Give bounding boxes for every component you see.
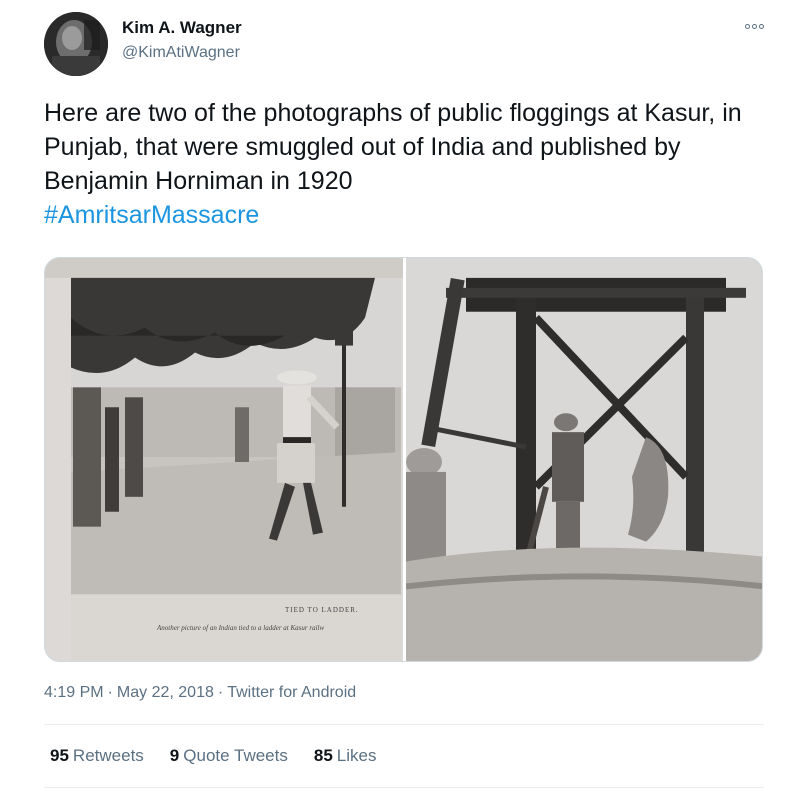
tweet-text: Here are two of the photographs of publi… [44,96,764,232]
likes-count: 85 [313,746,333,765]
tweet-card: Kim A. Wagner @KimAtiWagner Here are two… [0,0,800,791]
divider [44,787,764,788]
retweets-label: Retweets [72,746,144,765]
photo-caption-title: TIED TO LADDER. [285,606,359,614]
tweet-stats: 95 Retweets 9 Quote Tweets 85 Likes [50,746,376,766]
quote-tweets-stat[interactable]: 9 Quote Tweets [170,746,288,766]
retweets-stat[interactable]: 95 Retweets [50,746,144,766]
likes-label: Likes [336,746,377,765]
author-handle[interactable]: @KimAtiWagner [122,44,240,62]
author-avatar[interactable] [44,12,108,76]
profile-photo-icon [44,12,108,76]
quote-tweets-label: Quote Tweets [183,746,288,765]
more-options-icon[interactable] [736,14,772,38]
likes-stat[interactable]: 85 Likes [314,746,377,766]
photo-flogging-tower[interactable] [406,258,762,661]
retweets-count: 95 [50,746,69,765]
media-grid: TIED TO LADDER. Another picture of an In… [44,257,763,662]
hashtag-link[interactable]: #AmritsarMassacre [44,201,259,229]
divider [44,724,764,725]
photo-caption-subtitle: Another picture of an Indian tied to a l… [157,624,325,632]
tweet-date[interactable]: May 22, 2018 [117,684,214,701]
quote-tweets-count: 9 [169,746,180,765]
tweet-time[interactable]: 4:19 PM [44,684,104,701]
photo-flogging-ladder[interactable]: TIED TO LADDER. Another picture of an In… [45,258,403,661]
tweet-source[interactable]: Twitter for Android [227,684,356,701]
tweet-body: Here are two of the photographs of publi… [44,99,742,195]
author-display-name[interactable]: Kim A. Wagner [122,18,242,38]
tweet-meta: 4:19 PM · May 22, 2018 · Twitter for Android [44,684,357,701]
